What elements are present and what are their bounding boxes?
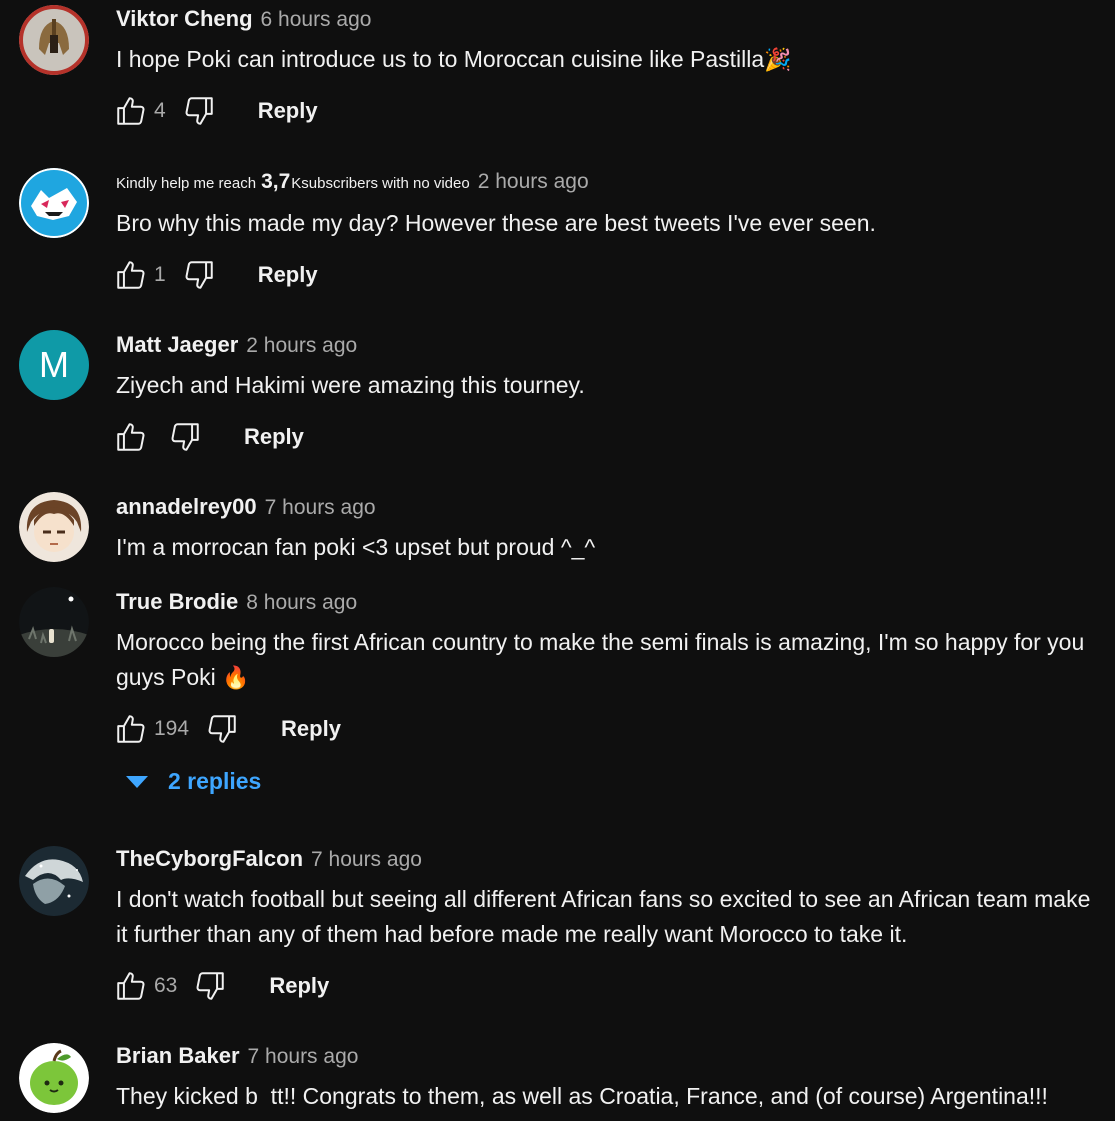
timestamp[interactable]: 6 hours ago xyxy=(261,8,372,32)
like-count: 1 xyxy=(154,263,166,286)
thumb-down-icon xyxy=(205,712,239,746)
timestamp[interactable]: 8 hours ago xyxy=(246,591,357,615)
author-name[interactable]: annadelrey00 xyxy=(116,494,257,520)
thumb-up-icon xyxy=(114,420,148,454)
like-count: 194 xyxy=(154,717,190,740)
thumb-up-icon xyxy=(114,969,148,1003)
timestamp[interactable]: 7 hours ago xyxy=(311,848,422,872)
comment-text: Morocco being the first African country … xyxy=(116,629,1085,690)
green-apple-icon xyxy=(19,1043,89,1113)
avatar[interactable] xyxy=(19,168,89,238)
party-popper-emoji: 🎉 xyxy=(764,47,792,72)
like-button[interactable] xyxy=(112,967,150,1005)
like-button[interactable] xyxy=(112,710,150,748)
author-name[interactable]: TheCyborgFalcon xyxy=(116,846,303,872)
replies-label: 2 replies xyxy=(168,768,262,794)
comment-text: They kicked b tt!! Congrats to them, as … xyxy=(116,1083,1048,1109)
comment-actions: 63 Reply xyxy=(112,966,1097,1006)
thumb-up-icon xyxy=(114,258,148,292)
dislike-button[interactable] xyxy=(180,256,218,294)
timestamp[interactable]: 2 hours ago xyxy=(478,170,589,194)
comment-text: I hope Poki can introduce us to to Moroc… xyxy=(116,46,792,72)
comment-actions: Reply xyxy=(112,417,1097,457)
avatar[interactable] xyxy=(19,846,89,916)
reply-button[interactable]: Reply xyxy=(281,716,341,742)
dislike-button[interactable] xyxy=(191,967,229,1005)
timestamp[interactable]: 7 hours ago xyxy=(248,1045,359,1069)
thumb-up-icon xyxy=(114,712,148,746)
avatar[interactable] xyxy=(19,587,89,657)
comment-text: Bro why this made my day? However these … xyxy=(116,210,876,236)
reply-button[interactable]: Reply xyxy=(269,973,329,999)
thumb-down-icon xyxy=(193,969,227,1003)
like-button[interactable] xyxy=(112,418,150,456)
comment-actions: 194 Reply xyxy=(112,709,1097,749)
blue-cat-logo-icon xyxy=(19,168,89,238)
thumb-down-icon xyxy=(182,94,216,128)
comment-text: Ziyech and Hakimi were amazing this tour… xyxy=(116,372,585,398)
author-name[interactable]: True Brodie xyxy=(116,589,238,615)
fire-emoji: 🔥 xyxy=(222,665,250,690)
view-replies-button[interactable]: 2 replies xyxy=(126,768,261,795)
avatar[interactable] xyxy=(19,492,89,562)
comment-text: I'm a morrocan fan poki <3 upset but pro… xyxy=(116,534,596,560)
like-count: 4 xyxy=(154,99,166,122)
avatar-letter: M xyxy=(39,344,69,385)
avatar[interactable] xyxy=(19,1043,89,1113)
author-name[interactable]: Viktor Cheng xyxy=(116,6,253,32)
anime-face-icon xyxy=(19,492,89,562)
avatar[interactable] xyxy=(19,5,89,75)
dislike-button[interactable] xyxy=(180,92,218,130)
reply-button[interactable]: Reply xyxy=(258,262,318,288)
author-name[interactable]: Brian Baker xyxy=(116,1043,240,1069)
night-figure-icon xyxy=(19,587,89,657)
comment-text: I don't watch football but seeing all di… xyxy=(116,886,1091,947)
comment-actions: 4 Reply xyxy=(112,91,1097,131)
reply-button[interactable]: Reply xyxy=(258,98,318,124)
thumb-down-icon xyxy=(168,420,202,454)
author-name[interactable]: Kindly help me reach 3,7 Ksubscribers with… xyxy=(116,170,470,194)
avatar[interactable]: M xyxy=(19,330,89,400)
caret-down-icon xyxy=(126,775,148,788)
like-button[interactable] xyxy=(112,256,150,294)
dislike-button[interactable] xyxy=(166,418,204,456)
spartan-helmet-icon xyxy=(19,5,89,75)
dislike-button[interactable] xyxy=(203,710,241,748)
space-dragon-icon xyxy=(19,846,89,916)
thumb-up-icon xyxy=(114,94,148,128)
timestamp[interactable]: 7 hours ago xyxy=(265,496,376,520)
like-count: 63 xyxy=(154,974,178,997)
thumb-down-icon xyxy=(182,258,216,292)
reply-button[interactable]: Reply xyxy=(244,424,304,450)
comment-actions: 1 Reply xyxy=(112,255,1097,295)
timestamp[interactable]: 2 hours ago xyxy=(246,334,357,358)
like-button[interactable] xyxy=(112,92,150,130)
author-name[interactable]: Matt Jaeger xyxy=(116,332,238,358)
